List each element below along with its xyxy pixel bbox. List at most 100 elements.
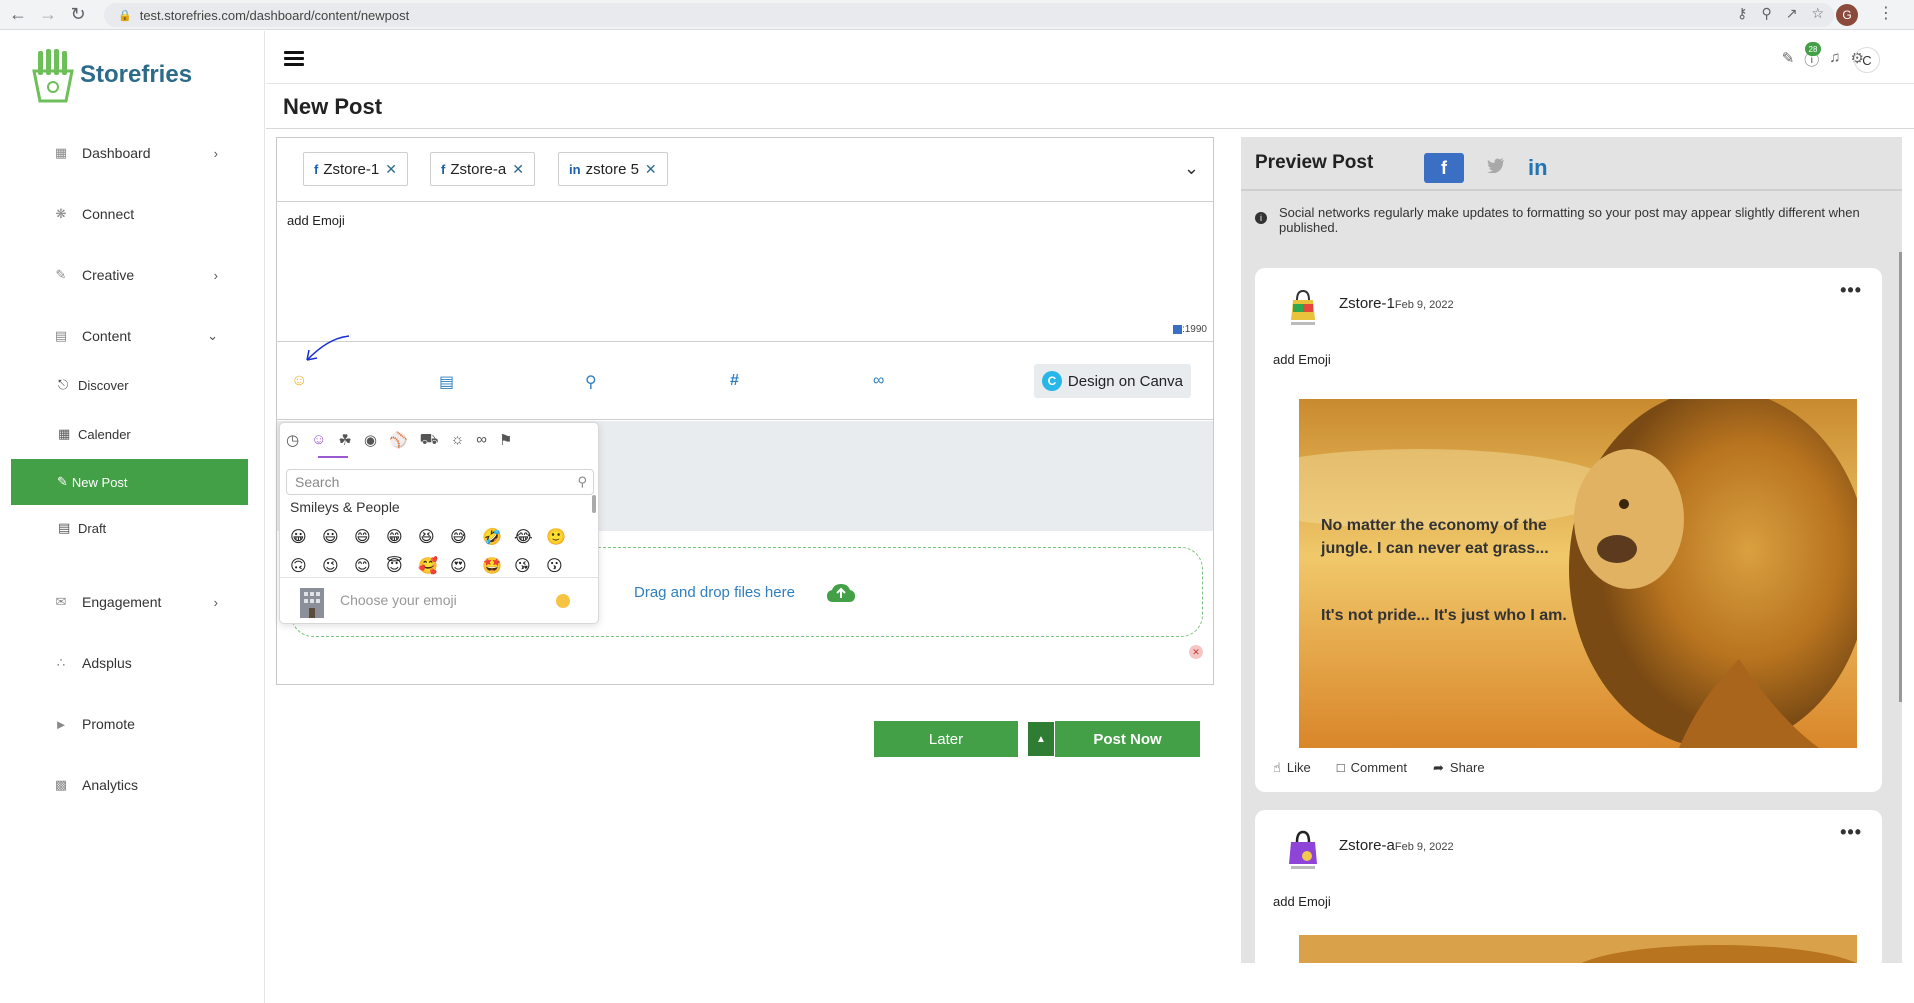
close-icon[interactable]: ✕ bbox=[1189, 645, 1203, 659]
sidebar-item-content[interactable]: ▤ Content ⌄ bbox=[52, 328, 218, 344]
later-button[interactable]: Later bbox=[874, 721, 1018, 757]
account-selector[interactable]: f Zstore-1 ✕ f Zstore-a ✕ in zstore 5 ✕ … bbox=[277, 138, 1213, 202]
emoji-option[interactable]: 😘 bbox=[514, 556, 546, 577]
document-icon: ▤ bbox=[54, 328, 68, 343]
emoji-option[interactable]: 🙂 bbox=[546, 527, 578, 548]
chevron-right-icon: › bbox=[213, 145, 218, 161]
emoji-footer: Choose your emoji bbox=[280, 577, 598, 623]
comment-action[interactable]: □ Comment bbox=[1337, 760, 1407, 776]
emoji-option[interactable]: 😇 bbox=[386, 556, 418, 577]
link-icon[interactable]: ∞ bbox=[873, 372, 884, 390]
user-avatar[interactable]: C bbox=[1854, 47, 1880, 73]
remove-chip-icon[interactable]: ✕ bbox=[385, 161, 397, 178]
sidebar-item-dashboard[interactable]: ▦ Dashboard › bbox=[52, 145, 218, 161]
reload-icon[interactable]: ↻ bbox=[66, 3, 90, 27]
nodes-icon: ∴ bbox=[56, 655, 66, 670]
sidebar-item-engagement[interactable]: ✉ Engagement › bbox=[52, 594, 218, 610]
more-options-icon[interactable]: ••• bbox=[1840, 822, 1862, 843]
chevron-down-icon[interactable]: ⌄ bbox=[1184, 158, 1199, 179]
travel-icon[interactable]: ⛟ bbox=[420, 431, 439, 450]
recent-icon[interactable]: ◷ bbox=[286, 431, 299, 450]
emoji-option[interactable]: 😗 bbox=[546, 556, 578, 577]
food-icon[interactable]: ◉ bbox=[364, 431, 377, 450]
location-pin-icon[interactable]: ⚲ bbox=[585, 372, 597, 392]
remove-chip-icon[interactable]: ✕ bbox=[512, 161, 524, 178]
forward-icon[interactable]: → bbox=[36, 3, 60, 27]
symbols-icon[interactable]: ∞ bbox=[476, 431, 487, 450]
like-action[interactable]: ☝ Like bbox=[1273, 760, 1311, 776]
caret-up-icon[interactable]: ▲ bbox=[1027, 721, 1055, 757]
more-options-icon[interactable]: ••• bbox=[1840, 280, 1862, 301]
address-bar[interactable]: 🔒 test.storefries.com/dashboard/content/… bbox=[104, 3, 1834, 27]
twitter-tab[interactable] bbox=[1482, 158, 1510, 178]
sidebar-item-label: Analytics bbox=[82, 777, 139, 793]
preview-scrollbar[interactable] bbox=[1899, 252, 1902, 702]
share-icon[interactable]: ↗ bbox=[1786, 5, 1798, 22]
emoji-icon[interactable]: ☺ bbox=[291, 372, 307, 390]
character-count-value: :1990 bbox=[1181, 324, 1207, 335]
hamburger-menu-icon[interactable] bbox=[284, 51, 304, 67]
hashtag-icon[interactable]: # bbox=[730, 372, 739, 390]
objects-icon[interactable]: ☼ bbox=[451, 431, 465, 450]
emoji-option[interactable]: 😅 bbox=[450, 527, 482, 548]
emoji-option[interactable]: 😂 bbox=[514, 527, 546, 548]
sidebar-subitem-calender[interactable]: ▦ Calender bbox=[58, 426, 131, 442]
emoji-option[interactable]: 😃 bbox=[322, 527, 354, 548]
activity-icon[interactable]: ⚾ bbox=[389, 431, 408, 450]
emoji-option[interactable]: 😁 bbox=[386, 527, 418, 548]
share-action[interactable]: ➦ Share bbox=[1433, 760, 1485, 776]
skin-tone-selector[interactable] bbox=[556, 594, 570, 608]
key-icon[interactable]: ⚷ bbox=[1737, 5, 1747, 22]
emoji-search-input[interactable]: Search ⚲ bbox=[286, 469, 594, 495]
sidebar-subitem-new-post[interactable]: ✎ New Post bbox=[11, 459, 248, 505]
storefries-logo[interactable]: Storefries bbox=[30, 47, 192, 103]
preview-post-text: add Emoji bbox=[1273, 352, 1331, 367]
facebook-icon: f bbox=[314, 161, 319, 177]
design-on-canva-button[interactable]: C Design on Canva bbox=[1033, 364, 1191, 398]
sidebar-subitem-discover[interactable]: ⎋ Discover bbox=[58, 377, 129, 393]
like-label: Like bbox=[1286, 760, 1311, 775]
smiley-icon[interactable]: ☺ bbox=[311, 431, 326, 450]
browser-menu-icon[interactable]: ⋮ bbox=[1878, 3, 1894, 23]
back-icon[interactable]: ← bbox=[6, 3, 30, 27]
emoji-option[interactable]: 🥰 bbox=[418, 556, 450, 577]
flag-icon[interactable]: ⚑ bbox=[499, 431, 512, 450]
emoji-option[interactable]: 😄 bbox=[354, 527, 386, 548]
emoji-option[interactable]: 🤩 bbox=[482, 556, 514, 577]
building-icon bbox=[300, 588, 324, 618]
emoji-option[interactable]: 😍 bbox=[450, 556, 482, 577]
emoji-option[interactable]: 😊 bbox=[354, 556, 386, 577]
preview-post-header: Zstore-aFeb 9, 2022 bbox=[1339, 837, 1454, 854]
zoom-icon[interactable]: ⚲ bbox=[1761, 5, 1771, 22]
emoji-option[interactable]: 😉 bbox=[322, 556, 354, 577]
sidebar-item-analytics[interactable]: ▩ Analytics bbox=[52, 777, 212, 793]
post-now-button[interactable]: Post Now bbox=[1055, 721, 1200, 757]
emoji-scrollbar[interactable] bbox=[592, 495, 596, 513]
browser-profile-avatar[interactable]: G bbox=[1836, 4, 1858, 26]
sidebar-item-connect[interactable]: ❋ Connect bbox=[52, 206, 212, 222]
sidebar-item-promote[interactable]: ► Promote bbox=[52, 716, 212, 732]
facebook-tab[interactable]: f bbox=[1424, 153, 1464, 183]
post-textarea[interactable]: add Emoji bbox=[287, 213, 345, 228]
compose-icon[interactable]: ✎ bbox=[1782, 49, 1795, 70]
logo-text: Storefries bbox=[80, 61, 193, 88]
account-chip-label: Zstore-1 bbox=[323, 160, 380, 178]
emoji-option[interactable]: 🙃 bbox=[290, 556, 322, 577]
image-icon[interactable]: ▤ bbox=[439, 372, 454, 392]
emoji-option[interactable]: 😀 bbox=[290, 527, 322, 548]
linkedin-tab[interactable]: in bbox=[1528, 155, 1558, 181]
animal-icon[interactable]: ☘ bbox=[338, 431, 351, 450]
star-icon[interactable]: ☆ bbox=[1811, 5, 1824, 22]
sidebar-item-creative[interactable]: ✎ Creative › bbox=[52, 267, 218, 283]
drop-zone-label[interactable]: Drag and drop files here bbox=[634, 584, 795, 601]
remove-chip-icon[interactable]: ✕ bbox=[645, 161, 657, 178]
image-quote-line-1: No matter the economy of the jungle. I c… bbox=[1321, 517, 1549, 557]
bell-icon[interactable]: ♫ bbox=[1829, 49, 1840, 70]
cloud-upload-icon[interactable] bbox=[826, 582, 856, 604]
emoji-option[interactable]: 😆 bbox=[418, 527, 450, 548]
emoji-option[interactable]: 🤣 bbox=[482, 527, 514, 548]
browser-toolbar: ← → ↻ 🔒 test.storefries.com/dashboard/co… bbox=[0, 0, 1914, 30]
sidebar-subitem-draft[interactable]: ▤ Draft bbox=[58, 520, 106, 536]
sidebar-item-adsplus[interactable]: ∴ Adsplus bbox=[52, 655, 212, 671]
store-bag-avatar-icon bbox=[1291, 289, 1315, 325]
